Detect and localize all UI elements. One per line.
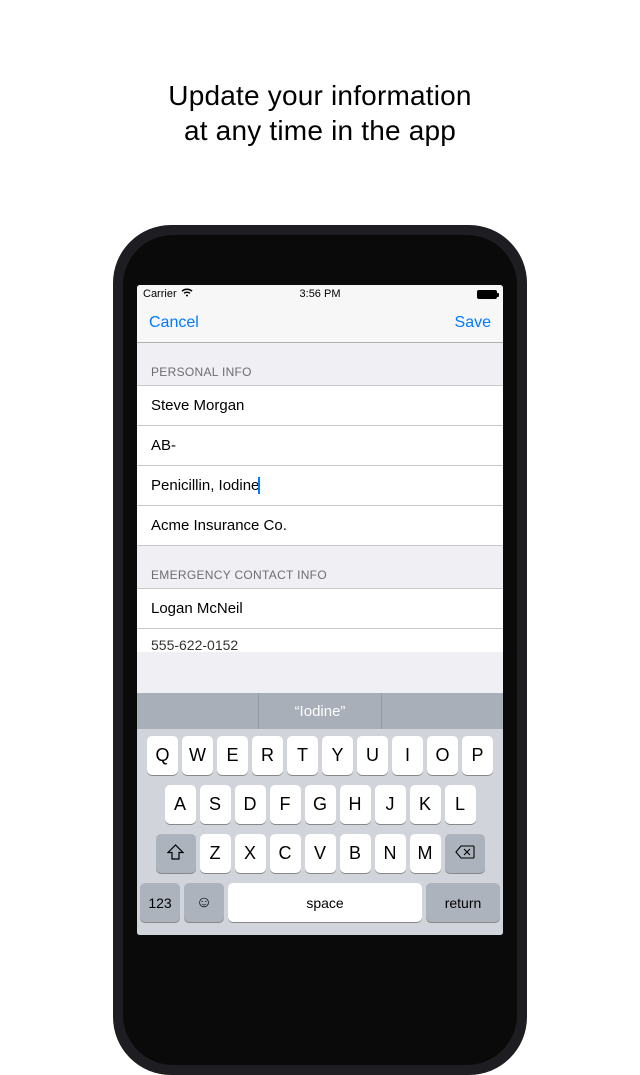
nav-bar: Cancel Save xyxy=(137,303,503,343)
blood-type-field[interactable]: AB- xyxy=(137,425,503,465)
cancel-button[interactable]: Cancel xyxy=(149,314,199,332)
insurance-field[interactable]: Acme Insurance Co. xyxy=(137,505,503,546)
suggestion-left[interactable] xyxy=(137,693,259,729)
return-key[interactable]: return xyxy=(426,883,500,922)
key-p[interactable]: P xyxy=(462,736,493,775)
phone-screen: Carrier 3:56 PM Cancel Save PERSONAL INF… xyxy=(137,285,503,935)
suggestion-right[interactable] xyxy=(382,693,503,729)
key-n[interactable]: N xyxy=(375,834,406,873)
emergency-name-value: Logan McNeil xyxy=(151,600,243,617)
key-o[interactable]: O xyxy=(427,736,458,775)
promo-line-1: Update your information xyxy=(0,78,640,113)
key-z[interactable]: Z xyxy=(200,834,231,873)
key-m[interactable]: M xyxy=(410,834,441,873)
space-key[interactable]: space xyxy=(228,883,422,922)
key-r[interactable]: R xyxy=(252,736,283,775)
emoji-icon: ☺ xyxy=(196,894,212,912)
key-g[interactable]: G xyxy=(305,785,336,824)
key-x[interactable]: X xyxy=(235,834,266,873)
shift-key[interactable] xyxy=(156,834,196,873)
emergency-phone-field[interactable]: 555-622-0152 xyxy=(137,628,503,652)
section-header-personal: PERSONAL INFO xyxy=(137,343,503,385)
key-h[interactable]: H xyxy=(340,785,371,824)
key-e[interactable]: E xyxy=(217,736,248,775)
status-bar: Carrier 3:56 PM xyxy=(137,285,503,303)
section-header-emergency: EMERGENCY CONTACT INFO xyxy=(137,546,503,588)
keyboard-row-3: ZXCVBNM xyxy=(140,834,500,873)
backspace-key[interactable] xyxy=(445,834,485,873)
phone-frame: Carrier 3:56 PM Cancel Save PERSONAL INF… xyxy=(113,225,527,1075)
emoji-key[interactable]: ☺ xyxy=(184,883,224,922)
key-w[interactable]: W xyxy=(182,736,213,775)
status-right xyxy=(477,290,497,299)
emergency-phone-value: 555-622-0152 xyxy=(151,637,238,652)
key-s[interactable]: S xyxy=(200,785,231,824)
key-k[interactable]: K xyxy=(410,785,441,824)
allergies-value: Penicillin, Iodine xyxy=(151,477,259,494)
allergies-field[interactable]: Penicillin, Iodine xyxy=(137,465,503,505)
name-field[interactable]: Steve Morgan xyxy=(137,385,503,425)
name-value: Steve Morgan xyxy=(151,397,244,414)
promo-headline: Update your information at any time in t… xyxy=(0,0,640,148)
keyboard-suggestions: “Iodine” xyxy=(137,693,503,729)
key-u[interactable]: U xyxy=(357,736,388,775)
promo-line-2: at any time in the app xyxy=(0,113,640,148)
key-a[interactable]: A xyxy=(165,785,196,824)
backspace-icon xyxy=(455,845,475,862)
key-y[interactable]: Y xyxy=(322,736,353,775)
key-v[interactable]: V xyxy=(305,834,336,873)
key-i[interactable]: I xyxy=(392,736,423,775)
status-time: 3:56 PM xyxy=(137,288,503,300)
key-q[interactable]: Q xyxy=(147,736,178,775)
key-b[interactable]: B xyxy=(340,834,371,873)
keyboard-row-2: ASDFGHJKL xyxy=(140,785,500,824)
key-d[interactable]: D xyxy=(235,785,266,824)
battery-icon xyxy=(477,290,497,299)
keyboard: QWERTYUIOP ASDFGHJKL ZXCVBNM xyxy=(137,729,503,935)
phone-bezel: Carrier 3:56 PM Cancel Save PERSONAL INF… xyxy=(123,235,517,1065)
insurance-value: Acme Insurance Co. xyxy=(151,517,287,534)
emergency-name-field[interactable]: Logan McNeil xyxy=(137,588,503,628)
key-t[interactable]: T xyxy=(287,736,318,775)
numbers-key[interactable]: 123 xyxy=(140,883,180,922)
keyboard-area: “Iodine” QWERTYUIOP ASDFGHJKL ZXCVBNM xyxy=(137,693,503,935)
suggestion-center[interactable]: “Iodine” xyxy=(259,693,381,729)
save-button[interactable]: Save xyxy=(455,314,491,332)
key-j[interactable]: J xyxy=(375,785,406,824)
key-c[interactable]: C xyxy=(270,834,301,873)
blood-type-value: AB- xyxy=(151,437,176,454)
key-l[interactable]: L xyxy=(445,785,476,824)
keyboard-row-4: 123 ☺ space return xyxy=(140,883,500,922)
text-caret xyxy=(258,477,260,494)
keyboard-row-1: QWERTYUIOP xyxy=(140,736,500,775)
key-f[interactable]: F xyxy=(270,785,301,824)
shift-icon xyxy=(167,844,184,863)
